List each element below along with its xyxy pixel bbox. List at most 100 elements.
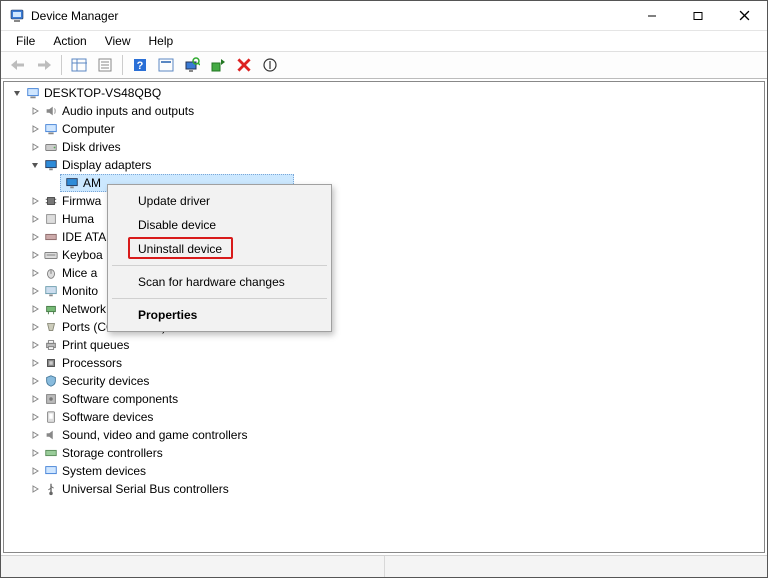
tree-node-computer[interactable]: Computer [4, 120, 764, 138]
maximize-button[interactable] [675, 1, 721, 31]
speaker-icon [43, 103, 59, 119]
tree-node-label: Computer [62, 122, 115, 136]
tree-node-storage[interactable]: Storage controllers [4, 444, 764, 462]
expand-icon[interactable] [28, 392, 42, 406]
tree-node-label: AM [83, 176, 101, 190]
update-driver-button-toolbar[interactable] [206, 53, 230, 77]
expand-icon[interactable] [28, 140, 42, 154]
expand-icon[interactable] [28, 266, 42, 280]
expand-icon[interactable] [28, 374, 42, 388]
menubar: File Action View Help [1, 31, 767, 51]
properties-button-toolbar[interactable] [93, 53, 117, 77]
tree-node-processors[interactable]: Processors [4, 354, 764, 372]
menu-help[interactable]: Help [140, 32, 183, 50]
toolbar-separator [122, 55, 123, 75]
show-hide-tree-button[interactable] [67, 53, 91, 77]
tree-node-software-components[interactable]: Software components [4, 390, 764, 408]
tree-node-label: Sound, video and game controllers [62, 428, 247, 442]
disable-button-toolbar[interactable] [258, 53, 282, 77]
tree-node-label: Storage controllers [62, 446, 163, 460]
keyboard-icon [43, 247, 59, 263]
tree-node-audio[interactable]: Audio inputs and outputs [4, 102, 764, 120]
ctx-separator [112, 298, 327, 299]
back-button[interactable] [6, 53, 30, 77]
status-cell [1, 556, 385, 577]
display-icon [43, 157, 59, 173]
window-title: Device Manager [31, 9, 118, 23]
tree-node-label: Software components [62, 392, 178, 406]
tree-node-label: Display adapters [62, 158, 151, 172]
expand-icon[interactable] [28, 446, 42, 460]
port-icon [43, 319, 59, 335]
expand-icon[interactable] [28, 194, 42, 208]
uninstall-button-toolbar[interactable] [232, 53, 256, 77]
scan-hardware-button[interactable] [180, 53, 204, 77]
expand-icon[interactable] [28, 122, 42, 136]
ctx-scan-hardware[interactable]: Scan for hardware changes [110, 270, 329, 294]
tree-node-label: System devices [62, 464, 146, 478]
help-button[interactable]: ? [128, 53, 152, 77]
device-tree[interactable]: DESKTOP-VS48QBQ Audio inputs and outputs… [3, 81, 765, 553]
tree-node-sound[interactable]: Sound, video and game controllers [4, 426, 764, 444]
collapse-icon[interactable] [10, 86, 24, 100]
computer-icon [25, 85, 41, 101]
tree-node-label: Keyboa [62, 248, 103, 262]
tree-node-label: Monito [62, 284, 98, 298]
tree-node-disk[interactable]: Disk drives [4, 138, 764, 156]
status-cell [385, 556, 768, 577]
ctx-update-driver[interactable]: Update driver [110, 189, 329, 213]
expand-icon[interactable] [28, 320, 42, 334]
expand-icon[interactable] [28, 230, 42, 244]
cpu-icon [43, 355, 59, 371]
menu-file[interactable]: File [7, 32, 44, 50]
chip-icon [43, 193, 59, 209]
ctx-uninstall-device[interactable]: Uninstall device [110, 237, 329, 261]
software-icon [43, 409, 59, 425]
tree-node-label: DESKTOP-VS48QBQ [44, 86, 161, 100]
computer-icon [43, 121, 59, 137]
expand-icon[interactable] [28, 212, 42, 226]
expand-icon[interactable] [28, 428, 42, 442]
menu-action[interactable]: Action [44, 32, 95, 50]
mouse-icon [43, 265, 59, 281]
tree-node-label: Security devices [62, 374, 149, 388]
tree-node-usb[interactable]: Universal Serial Bus controllers [4, 480, 764, 498]
svg-text:?: ? [137, 60, 144, 72]
ctx-properties[interactable]: Properties [110, 303, 329, 327]
tree-node-root[interactable]: DESKTOP-VS48QBQ [4, 84, 764, 102]
action-button-toolbar[interactable] [154, 53, 178, 77]
tree-node-software-devices[interactable]: Software devices [4, 408, 764, 426]
menu-view[interactable]: View [96, 32, 140, 50]
sound-icon [43, 427, 59, 443]
forward-button[interactable] [32, 53, 56, 77]
close-button[interactable] [721, 1, 767, 31]
tree-node-print-queues[interactable]: Print queues [4, 336, 764, 354]
expand-icon[interactable] [28, 104, 42, 118]
expand-icon[interactable] [28, 338, 42, 352]
toolbar-separator [61, 55, 62, 75]
printer-icon [43, 337, 59, 353]
collapse-icon[interactable] [28, 158, 42, 172]
hid-icon [43, 211, 59, 227]
minimize-button[interactable] [629, 1, 675, 31]
tree-node-label: Software devices [62, 410, 153, 424]
tree-node-display-adapters[interactable]: Display adapters [4, 156, 764, 174]
tree-node-label: Disk drives [62, 140, 121, 154]
expand-icon[interactable] [28, 284, 42, 298]
tree-node-label: Mice a [62, 266, 97, 280]
tree-node-label: IDE ATA [62, 230, 106, 244]
shield-icon [43, 373, 59, 389]
expand-icon[interactable] [28, 410, 42, 424]
disk-icon [43, 139, 59, 155]
ctx-disable-device[interactable]: Disable device [110, 213, 329, 237]
expand-icon[interactable] [28, 464, 42, 478]
window-controls [629, 1, 767, 31]
expand-icon[interactable] [28, 248, 42, 262]
expand-icon[interactable] [28, 482, 42, 496]
tree-node-system[interactable]: System devices [4, 462, 764, 480]
component-icon [43, 391, 59, 407]
expand-icon[interactable] [28, 302, 42, 316]
tree-node-security[interactable]: Security devices [4, 372, 764, 390]
expand-icon[interactable] [28, 356, 42, 370]
context-menu: Update driver Disable device Uninstall d… [107, 184, 332, 332]
